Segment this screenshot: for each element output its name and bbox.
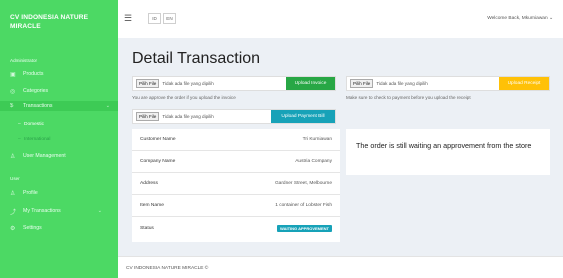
sidebar-item-profile[interactable]: ♙ Profile bbox=[10, 188, 110, 198]
user-menu[interactable]: Welcome Back, Mkurniawan ⌄ bbox=[487, 16, 553, 21]
dollar-icon: $ bbox=[10, 103, 14, 109]
sidebar-item-label: My Transactions bbox=[23, 208, 61, 214]
sidebar-item-my-transactions[interactable]: ⤴ My Transactions ⌄ bbox=[10, 206, 110, 216]
sidebar-subitem-international[interactable]: – International bbox=[18, 137, 50, 142]
upload-payment-bill-button[interactable]: Upload Payment Bill bbox=[271, 110, 335, 123]
sidebar-item-transactions[interactable]: $ Transactions ⌄ bbox=[0, 101, 118, 111]
sidebar-item-label: Profile bbox=[23, 190, 38, 196]
section-admin-heading: Administrator bbox=[10, 58, 38, 63]
footer: CV INDONESIA NATURE MIRACLE © bbox=[118, 256, 563, 278]
section-user-heading: User bbox=[10, 176, 20, 181]
detail-row-address: Address Gardner Street, Melbourne bbox=[132, 173, 340, 195]
sidebar-item-label: Settings bbox=[23, 225, 42, 231]
detail-label: Address bbox=[140, 181, 158, 186]
upload-invoice-button[interactable]: Upload Invoice bbox=[286, 77, 335, 90]
lang-id-button[interactable]: ID bbox=[148, 13, 161, 24]
sidebar-item-user-management[interactable]: ♙ User Management bbox=[10, 151, 110, 161]
sidebar-subitem-label: International bbox=[24, 137, 51, 142]
footer-text: CV INDONESIA NATURE MIRACLE © bbox=[126, 266, 209, 271]
invoice-file-input[interactable]: Pilih File Tidak ada file yang dipilih U… bbox=[132, 76, 336, 91]
person-icon: ♙ bbox=[10, 190, 16, 197]
chevron-down-icon: ⌄ bbox=[548, 16, 553, 21]
top-bar: ☰ ID EN Welcome Back, Mkurniawan ⌄ bbox=[118, 0, 563, 38]
sidebar-item-label: Categories bbox=[23, 88, 49, 94]
sidebar-subitem-label: Domestic bbox=[24, 122, 44, 127]
tag-icon: ◎ bbox=[10, 88, 16, 95]
status-message-card: The order is still waiting an approvemen… bbox=[346, 129, 550, 175]
main-content: Detail Transaction Pilih File Tidak ada … bbox=[118, 38, 563, 256]
upload-receipt-button[interactable]: Upload Receipt bbox=[499, 77, 549, 90]
detail-label: Company Name bbox=[140, 159, 176, 164]
choose-file-button[interactable]: Pilih File bbox=[136, 112, 160, 121]
detail-row-customer: Customer Name Tri Kurniawan bbox=[132, 129, 340, 151]
detail-row-item: Item Name 1 container of Lobster Fish bbox=[132, 195, 340, 217]
file-status-text: Tidak ada file yang dipilih bbox=[162, 81, 214, 86]
detail-value: Tri Kurniawan bbox=[302, 137, 332, 142]
detail-value: Gardner Street, Melbourne bbox=[274, 181, 332, 186]
welcome-text: Welcome Back, Mkurniawan bbox=[487, 16, 548, 21]
sidebar-item-categories[interactable]: ◎ Categories bbox=[10, 86, 110, 96]
detail-row-company: Company Name Austria Company bbox=[132, 151, 340, 173]
sidebar-subitem-domestic[interactable]: – Domestic bbox=[18, 122, 44, 127]
status-badge: WAITING APPROVEMENT bbox=[277, 224, 332, 232]
sidebar-item-products[interactable]: ▣ Products bbox=[10, 69, 110, 79]
transaction-details-card: Customer Name Tri Kurniawan Company Name… bbox=[132, 129, 340, 242]
chevron-down-icon: ⌄ bbox=[97, 208, 102, 214]
receipt-help-text: Make sure to check to payment before you… bbox=[346, 95, 471, 100]
detail-row-status: Status WAITING APPROVEMENT bbox=[132, 217, 340, 239]
choose-file-button[interactable]: Pilih File bbox=[136, 79, 160, 88]
detail-label: Item Name bbox=[140, 203, 164, 208]
chart-icon: ⤴ bbox=[10, 209, 17, 216]
invoice-help-text: You are approve the order if you upload … bbox=[132, 95, 236, 100]
file-status-text: Tidak ada file yang dipilih bbox=[162, 114, 214, 119]
detail-label: Status bbox=[140, 225, 154, 231]
receipt-file-input[interactable]: Pilih File Tidak ada file yang dipilih U… bbox=[346, 76, 550, 91]
sidebar-item-label: Transactions bbox=[23, 103, 53, 109]
sidebar-item-label: User Management bbox=[23, 153, 66, 159]
lang-en-button[interactable]: EN bbox=[163, 13, 176, 24]
box-icon: ▣ bbox=[10, 71, 16, 78]
chevron-down-icon: ⌄ bbox=[105, 103, 110, 109]
brand-logo[interactable]: CV INDONESIA NATURE MIRACLE bbox=[10, 13, 110, 31]
detail-value: Austria Company bbox=[295, 159, 332, 164]
sidebar: CV INDONESIA NATURE MIRACLE Administrato… bbox=[0, 0, 118, 278]
hamburger-menu-icon[interactable]: ☰ bbox=[124, 13, 132, 24]
users-icon: ♙ bbox=[10, 153, 16, 160]
file-status-text: Tidak ada file yang dipilih bbox=[376, 81, 428, 86]
detail-value: 1 container of Lobster Fish bbox=[275, 203, 332, 208]
waiting-message: The order is still waiting an approvemen… bbox=[356, 141, 532, 150]
sidebar-item-settings[interactable]: ⚙ Settings bbox=[10, 223, 110, 233]
sidebar-item-label: Products bbox=[23, 71, 44, 77]
payment-file-input[interactable]: Pilih File Tidak ada file yang dipilih U… bbox=[132, 109, 336, 124]
choose-file-button[interactable]: Pilih File bbox=[350, 79, 374, 88]
detail-label: Customer Name bbox=[140, 137, 176, 142]
page-title: Detail Transaction bbox=[132, 50, 261, 67]
gear-icon: ⚙ bbox=[10, 225, 16, 232]
